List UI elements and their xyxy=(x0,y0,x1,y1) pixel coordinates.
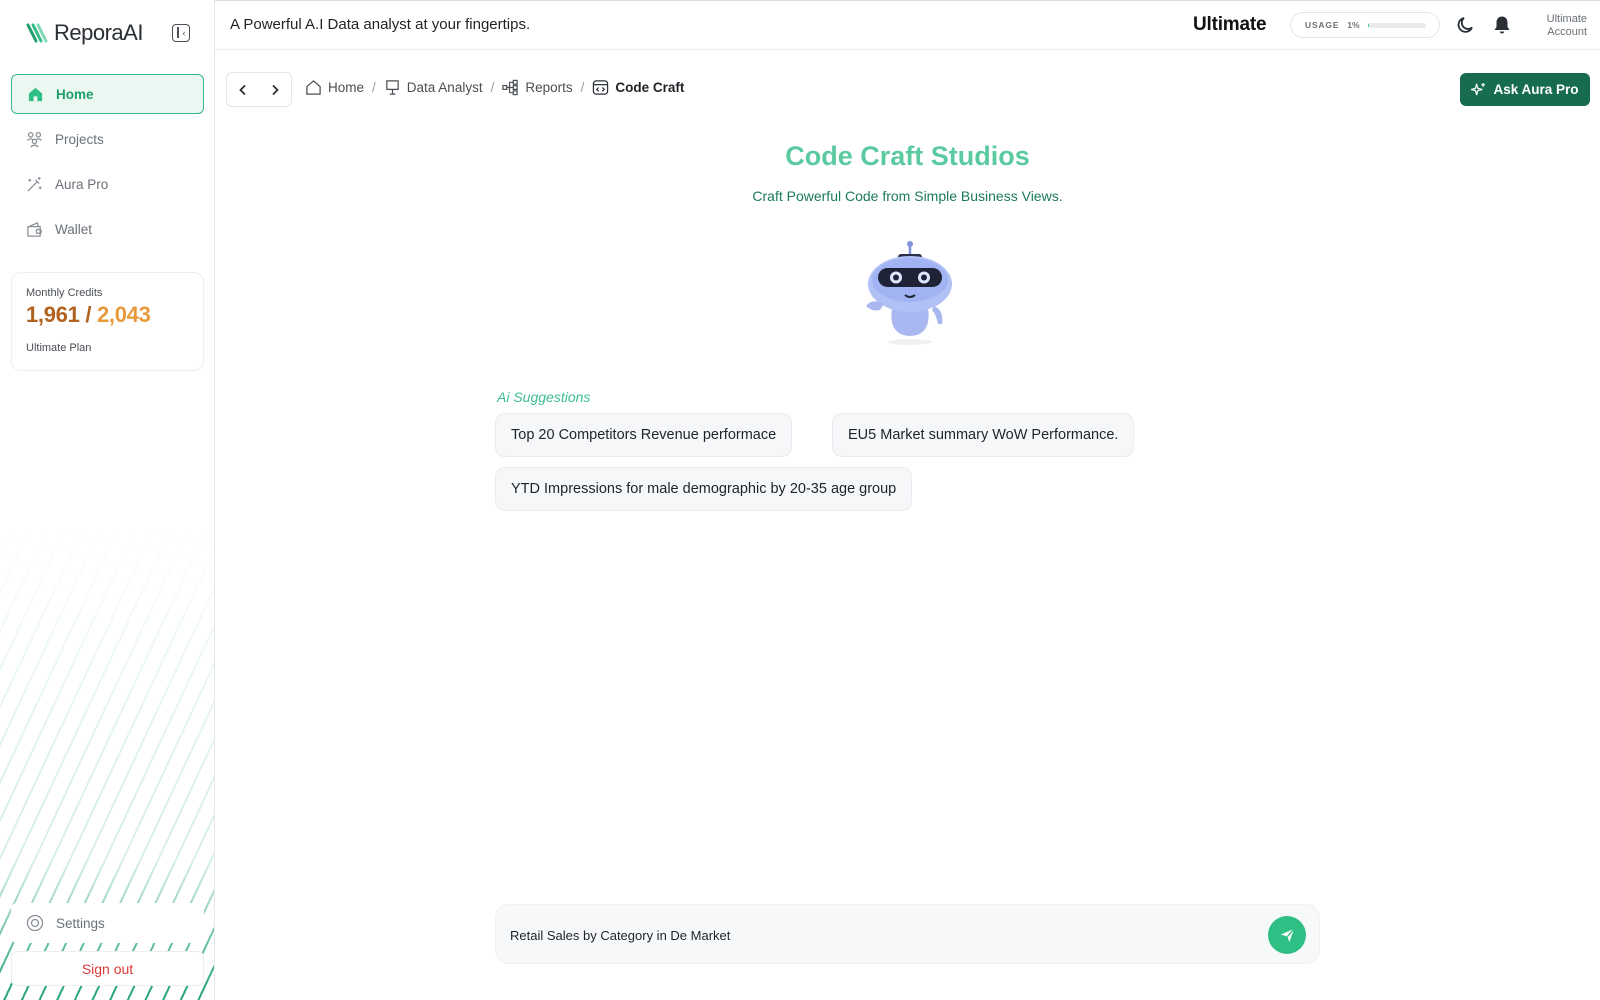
breadcrumb-data-analyst[interactable]: Data Analyst xyxy=(384,79,483,96)
account-line-2: Account xyxy=(1547,26,1587,38)
tagline: A Powerful A.I Data analyst at your fing… xyxy=(230,16,531,33)
brand-name: ReporaAI xyxy=(54,20,143,45)
suggestion-chip[interactable]: EU5 Market summary WoW Performance. xyxy=(832,413,1135,457)
sidebar-item-label: Aura Pro xyxy=(55,176,109,192)
query-input[interactable] xyxy=(510,923,1240,947)
forward-button[interactable] xyxy=(259,73,291,106)
logo-mark-icon xyxy=(26,23,48,43)
breadcrumb-separator: / xyxy=(372,80,376,95)
code-window-icon xyxy=(593,80,609,95)
breadcrumb-label: Reports xyxy=(525,80,573,95)
sign-out-button[interactable]: Sign out xyxy=(11,951,204,986)
home-icon xyxy=(306,80,321,95)
breadcrumb-separator: / xyxy=(580,80,585,95)
usage-indicator: USAGE 1% xyxy=(1290,12,1440,38)
breadcrumb-label: Home xyxy=(328,80,365,95)
sidebar-item-wallet[interactable]: Wallet xyxy=(11,209,204,249)
credits-value: 1,961 / 2,043 xyxy=(26,302,189,328)
account-menu[interactable]: Ultimate Account xyxy=(1525,13,1587,39)
credits-used: 1,961 xyxy=(26,302,80,327)
chevron-right-icon xyxy=(272,84,279,95)
ask-aura-pro-label: Ask Aura Pro xyxy=(1493,82,1579,97)
breadcrumb-label: Code Craft xyxy=(615,80,685,95)
breadcrumb-home[interactable]: Home xyxy=(305,79,364,96)
back-button[interactable] xyxy=(227,73,259,106)
projects-icon xyxy=(27,131,42,148)
credits-label: Monthly Credits xyxy=(26,287,103,299)
usage-percent: 1% xyxy=(1347,20,1360,30)
credits-plan: Ultimate Plan xyxy=(26,342,92,354)
presentation-icon xyxy=(386,80,399,95)
monthly-credits-card: Monthly Credits 1,961 / 2,043 Ultimate P… xyxy=(11,272,204,371)
notification-bell-icon[interactable] xyxy=(1493,15,1511,35)
sidebar-item-label: Home xyxy=(56,86,94,102)
sidebar-item-home[interactable]: Home xyxy=(11,74,204,114)
send-button[interactable] xyxy=(1268,916,1306,954)
gear-icon xyxy=(26,914,44,932)
sidebar-item-label: Wallet xyxy=(55,221,93,237)
credits-separator: / xyxy=(85,302,92,327)
suggestion-chip[interactable]: Top 20 Competitors Revenue performace xyxy=(495,413,793,457)
ask-aura-pro-button[interactable]: Ask Aura Pro xyxy=(1460,73,1590,106)
settings-label: Settings xyxy=(56,915,105,931)
credits-total: 2,043 xyxy=(97,302,151,327)
suggestion-chip[interactable]: YTD Impressions for male demographic by … xyxy=(495,467,913,511)
breadcrumb-code-craft[interactable]: Code Craft xyxy=(592,79,684,96)
sidebar-item-settings[interactable]: Settings xyxy=(11,903,204,943)
history-nav xyxy=(226,72,292,107)
sidebar-item-label: Projects xyxy=(55,131,104,147)
home-icon xyxy=(28,87,43,101)
page-subtitle: Craft Powerful Code from Simple Business… xyxy=(752,188,1063,204)
breadcrumb-separator: / xyxy=(490,80,495,95)
dark-mode-icon[interactable] xyxy=(1456,15,1476,35)
sparkle-icon xyxy=(1471,82,1486,96)
robot-mascot-icon xyxy=(866,241,952,345)
query-composer xyxy=(495,904,1320,964)
plan-name: Ultimate xyxy=(1193,14,1267,35)
breadcrumb-label: Data Analyst xyxy=(406,80,483,95)
collapse-sidebar-button[interactable]: ‹ xyxy=(172,24,190,42)
sidebar-item-aura-pro[interactable]: Aura Pro xyxy=(11,164,204,204)
top-bar: A Powerful A.I Data analyst at your fing… xyxy=(215,0,1600,50)
sidebar-nav: Home Projects Aura Pro Wallet xyxy=(11,74,204,254)
wallet-icon xyxy=(27,221,42,237)
chevron-left-icon: ‹ xyxy=(182,27,186,38)
page-title: Code Craft Studios xyxy=(785,141,1030,171)
chevron-left-icon xyxy=(239,84,246,95)
usage-label: USAGE xyxy=(1305,20,1340,30)
account-line-1: Ultimate xyxy=(1546,13,1587,25)
usage-progress-track xyxy=(1367,22,1426,28)
send-icon xyxy=(1280,927,1295,942)
suggestions-label: Ai Suggestions xyxy=(497,389,591,405)
breadcrumb: Home / Data Analyst / Reports / Code Cra… xyxy=(305,79,684,96)
magic-wand-icon xyxy=(27,176,42,192)
sidebar-item-projects[interactable]: Projects xyxy=(11,119,204,159)
hierarchy-icon xyxy=(502,79,519,96)
brand-logo[interactable]: ReporaAI xyxy=(26,20,143,46)
usage-progress-fill xyxy=(1367,22,1369,28)
breadcrumb-reports[interactable]: Reports xyxy=(502,79,573,96)
sidebar: ReporaAI ‹ Home Projects Aura Pro Wallet… xyxy=(0,0,215,1000)
